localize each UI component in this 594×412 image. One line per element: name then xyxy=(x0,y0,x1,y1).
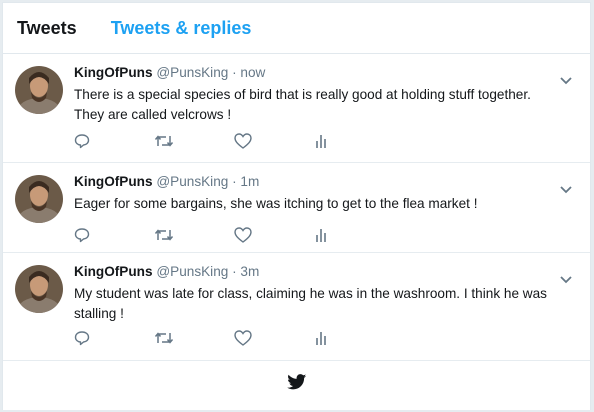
tweet[interactable]: KingOfPuns @PunsKing · now There is a sp… xyxy=(3,54,590,163)
like-icon[interactable] xyxy=(234,226,314,244)
caret-down-icon[interactable] xyxy=(560,181,572,194)
retweet-icon[interactable] xyxy=(154,226,234,244)
tweet-header: KingOfPuns @PunsKing · 1m xyxy=(74,174,260,189)
tweet-header: KingOfPuns @PunsKing · 3m xyxy=(74,264,260,279)
author-name[interactable]: KingOfPuns xyxy=(74,174,153,189)
tweet-text: Eager for some bargains, she was itching… xyxy=(74,196,478,211)
author-name[interactable]: KingOfPuns xyxy=(74,65,153,80)
tweet-time[interactable]: 3m xyxy=(240,264,259,279)
tab-tweets[interactable]: Tweets xyxy=(17,18,77,39)
analytics-icon[interactable] xyxy=(314,329,394,347)
avatar[interactable] xyxy=(15,175,63,223)
tweet-text: My student was late for class, claiming … xyxy=(74,286,547,321)
retweet-icon[interactable] xyxy=(154,132,234,150)
reply-icon[interactable] xyxy=(74,132,154,150)
author-name[interactable]: KingOfPuns xyxy=(74,264,153,279)
reply-icon[interactable] xyxy=(74,226,154,244)
like-icon[interactable] xyxy=(234,329,314,347)
tweet-content: KingOfPuns @PunsKing · now There is a sp… xyxy=(74,64,550,125)
tweet-time[interactable]: 1m xyxy=(240,174,259,189)
author-handle[interactable]: @PunsKing xyxy=(156,264,228,279)
tweet-actions xyxy=(74,226,394,244)
tab-bar: Tweets Tweets & replies xyxy=(3,3,590,54)
retweet-icon[interactable] xyxy=(154,329,234,347)
avatar[interactable] xyxy=(15,66,63,114)
widget-footer xyxy=(3,358,590,410)
tweet-content: KingOfPuns @PunsKing · 3m My student was… xyxy=(74,263,550,324)
author-handle[interactable]: @PunsKing xyxy=(156,65,228,80)
analytics-icon[interactable] xyxy=(314,132,394,150)
tab-tweets-replies[interactable]: Tweets & replies xyxy=(111,18,252,39)
author-handle[interactable]: @PunsKing xyxy=(156,174,228,189)
tweet[interactable]: KingOfPuns @PunsKing · 3m My student was… xyxy=(3,253,590,361)
tweet-header: KingOfPuns @PunsKing · now xyxy=(74,65,266,80)
tweet-actions xyxy=(74,329,394,347)
twitter-bird-icon[interactable] xyxy=(286,373,307,395)
timeline-widget: Tweets Tweets & replies KingOfPuns @Puns… xyxy=(2,2,591,410)
tweet-time[interactable]: now xyxy=(240,65,265,80)
caret-down-icon[interactable] xyxy=(560,72,572,85)
tweet[interactable]: KingOfPuns @PunsKing · 1m Eager for some… xyxy=(3,163,590,253)
tweet-actions xyxy=(74,132,394,150)
avatar[interactable] xyxy=(15,265,63,313)
tweet-text: There is a special species of bird that … xyxy=(74,87,531,122)
caret-down-icon[interactable] xyxy=(560,271,572,284)
tweet-content: KingOfPuns @PunsKing · 1m Eager for some… xyxy=(74,173,550,214)
analytics-icon[interactable] xyxy=(314,226,394,244)
like-icon[interactable] xyxy=(234,132,314,150)
reply-icon[interactable] xyxy=(74,329,154,347)
